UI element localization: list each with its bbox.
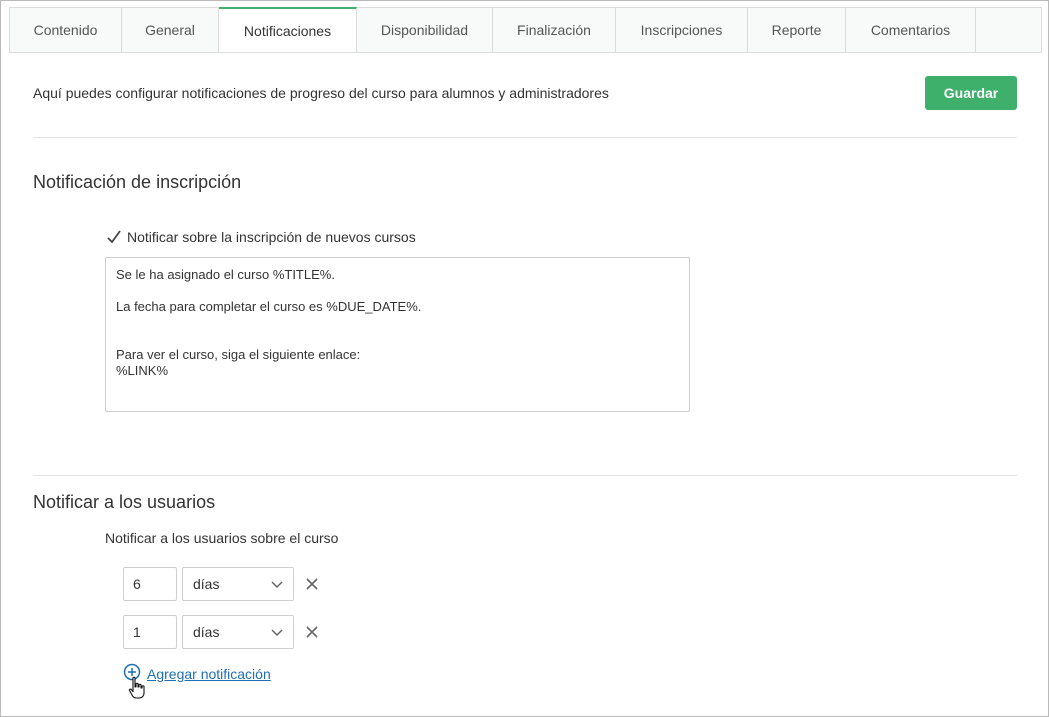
add-notification-link[interactable]: Agregar notificación xyxy=(147,666,271,682)
chevron-down-icon xyxy=(271,624,283,640)
tab-bar-filler xyxy=(976,8,1041,52)
intro-text: Aquí puedes configurar notificaciones de… xyxy=(33,85,609,101)
message-line: La fecha para completar el curso es %DUE… xyxy=(116,299,422,314)
tab-disponibilidad[interactable]: Disponibilidad xyxy=(357,8,493,52)
message-line: Se le ha asignado el curso %TITLE%. xyxy=(116,267,335,282)
tab-general[interactable]: General xyxy=(122,8,219,52)
days-quantity-input[interactable]: 6 xyxy=(123,567,177,601)
tab-notificaciones[interactable]: Notificaciones xyxy=(219,7,357,52)
message-line: Para ver el curso, siga el siguiente enl… xyxy=(116,347,361,362)
tab-finalizacion[interactable]: Finalización xyxy=(493,8,616,52)
message-line: %LINK% xyxy=(116,363,169,378)
enrollment-checkbox-row[interactable]: Notificar sobre la inscripción de nuevos… xyxy=(105,228,416,246)
enrollment-checkbox-label: Notificar sobre la inscripción de nuevos… xyxy=(127,229,416,245)
enrollment-section-title: Notificación de inscripción xyxy=(33,172,242,192)
notify-users-section-title: Notificar a los usuarios xyxy=(33,492,216,512)
divider xyxy=(33,137,1017,138)
save-button[interactable]: Guardar xyxy=(925,76,1017,110)
notify-users-label: Notificar a los usuarios sobre el curso xyxy=(105,530,339,546)
tab-comentarios[interactable]: Comentarios xyxy=(846,8,976,52)
chevron-down-icon xyxy=(271,576,283,592)
hand-pointer-icon xyxy=(128,676,146,703)
unit-select[interactable]: días xyxy=(182,615,294,649)
tab-reporte[interactable]: Reporte xyxy=(748,8,846,52)
unit-select[interactable]: días xyxy=(182,567,294,601)
unit-select-value: días xyxy=(193,576,220,592)
tab-contenido[interactable]: Contenido xyxy=(10,8,122,52)
unit-select-value: días xyxy=(193,624,220,640)
enrollment-message-textarea[interactable]: Se le ha asignado el curso %TITLE%. La f… xyxy=(105,257,690,412)
close-icon[interactable] xyxy=(305,577,319,591)
divider xyxy=(33,475,1017,476)
tab-bar: Contenido General Notificaciones Disponi… xyxy=(9,7,1042,53)
checkmark-icon[interactable] xyxy=(105,228,123,246)
tab-inscripciones[interactable]: Inscripciones xyxy=(616,8,748,52)
days-quantity-input[interactable]: 1 xyxy=(123,615,177,649)
close-icon[interactable] xyxy=(305,625,319,639)
window-frame: Contenido General Notificaciones Disponi… xyxy=(0,0,1049,717)
